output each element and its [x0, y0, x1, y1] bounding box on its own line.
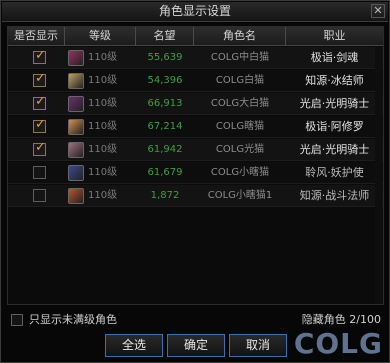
table-row[interactable]: ✓ 110级 66,913 COLG大白猫 光启·光明骑士	[8, 93, 383, 115]
show-checkbox[interactable]	[33, 166, 46, 179]
table-row[interactable]: ✓ 110级 61,942 COLG光猫 光启·光明骑士	[8, 139, 383, 161]
level-cell: 110级	[88, 167, 118, 178]
name-cell: COLG瞎猫	[215, 121, 265, 132]
fame-cell: 1,872	[150, 190, 180, 201]
fame-cell: 61,679	[147, 167, 183, 178]
check-icon: ✓	[35, 94, 46, 109]
show-checkbox[interactable]	[33, 189, 46, 202]
character-avatar	[68, 96, 84, 112]
table-row[interactable]: ✓ 110级 67,214 COLG瞎猫 极诣·阿修罗	[8, 116, 383, 138]
level-cell: 110级	[88, 52, 118, 63]
job-cell: 极诣·剑魂	[310, 51, 359, 64]
window-title: 角色显示设置	[2, 2, 388, 22]
check-icon: ✓	[35, 117, 46, 132]
close-button[interactable]: ✕	[371, 4, 385, 18]
character-avatar	[68, 188, 84, 204]
table-row[interactable]: 110级 1,872 COLG小瞎猫1 知源·战斗法师	[8, 185, 383, 207]
select-all-button[interactable]: 全选	[105, 334, 163, 357]
character-avatar	[68, 50, 84, 66]
confirm-button[interactable]: 确定	[167, 334, 225, 357]
table-row[interactable]: 110级 61,679 COLG小瞎猫 聆风·妖护使	[8, 162, 383, 184]
level-cell: 110级	[88, 121, 118, 132]
cancel-button[interactable]: 取消	[229, 334, 287, 357]
show-checkbox[interactable]: ✓	[33, 71, 46, 87]
job-cell: 极诣·阿修罗	[305, 120, 364, 133]
check-icon: ✓	[35, 48, 46, 63]
name-cell: COLG小瞎猫1	[207, 190, 273, 201]
table-header: 是否显示 等级 名望 角色名 职业	[8, 27, 383, 46]
only-unfull-checkbox[interactable]	[11, 314, 23, 326]
name-cell: COLG中白猫	[210, 52, 270, 63]
job-cell: 光启·光明骑士	[299, 97, 370, 110]
fame-cell: 54,396	[147, 75, 183, 86]
scrollbar[interactable]	[375, 47, 382, 304]
character-table: 是否显示 等级 名望 角色名 职业 ✓ 110级 55,639 COLG中白猫 极诣·剑…	[7, 26, 384, 305]
fame-cell: 67,214	[147, 121, 183, 132]
show-checkbox[interactable]: ✓	[33, 140, 46, 156]
job-cell: 聆风·妖护使	[305, 166, 364, 179]
only-unfull-label: 只显示未满级角色	[29, 313, 117, 326]
level-cell: 110级	[88, 98, 118, 109]
check-icon: ✓	[35, 140, 46, 155]
character-avatar	[68, 73, 84, 89]
fame-cell: 55,639	[147, 52, 183, 63]
character-avatar	[68, 165, 84, 181]
header-name: 角色名	[194, 27, 286, 46]
show-checkbox[interactable]: ✓	[33, 117, 46, 133]
job-cell: 知源·冰结师	[305, 74, 364, 87]
name-cell: COLG大白猫	[210, 98, 270, 109]
colg-logo: COLG	[293, 327, 383, 360]
show-checkbox[interactable]: ✓	[33, 94, 46, 110]
name-cell: COLG白猫	[215, 75, 265, 86]
level-cell: 110级	[88, 144, 118, 155]
character-avatar	[68, 142, 84, 158]
job-cell: 知源·战斗法师	[299, 189, 370, 202]
fame-cell: 66,913	[147, 98, 183, 109]
job-cell: 光启·光明骑士	[299, 143, 370, 156]
header-level: 等级	[65, 27, 136, 46]
character-avatar	[68, 119, 84, 135]
name-cell: COLG小瞎猫	[210, 167, 270, 178]
show-checkbox[interactable]: ✓	[33, 48, 46, 64]
name-cell: COLG光猫	[215, 144, 265, 155]
fame-cell: 61,942	[147, 144, 183, 155]
table-row[interactable]: ✓ 110级 55,639 COLG中白猫 极诣·剑魂	[8, 47, 383, 69]
level-cell: 110级	[88, 190, 118, 201]
role-display-settings-window: 角色显示设置 ✕ 是否显示 等级 名望 角色名 职业 ✓ 110级 55,639 CO…	[0, 0, 390, 363]
header-job: 职业	[323, 29, 346, 42]
table-row[interactable]: ✓ 110级 54,396 COLG白猫 知源·冰结师	[8, 70, 383, 92]
check-icon: ✓	[35, 71, 46, 86]
level-cell: 110级	[88, 75, 118, 86]
header-show: 是否显示	[8, 27, 65, 46]
header-fame: 名望	[136, 27, 194, 46]
